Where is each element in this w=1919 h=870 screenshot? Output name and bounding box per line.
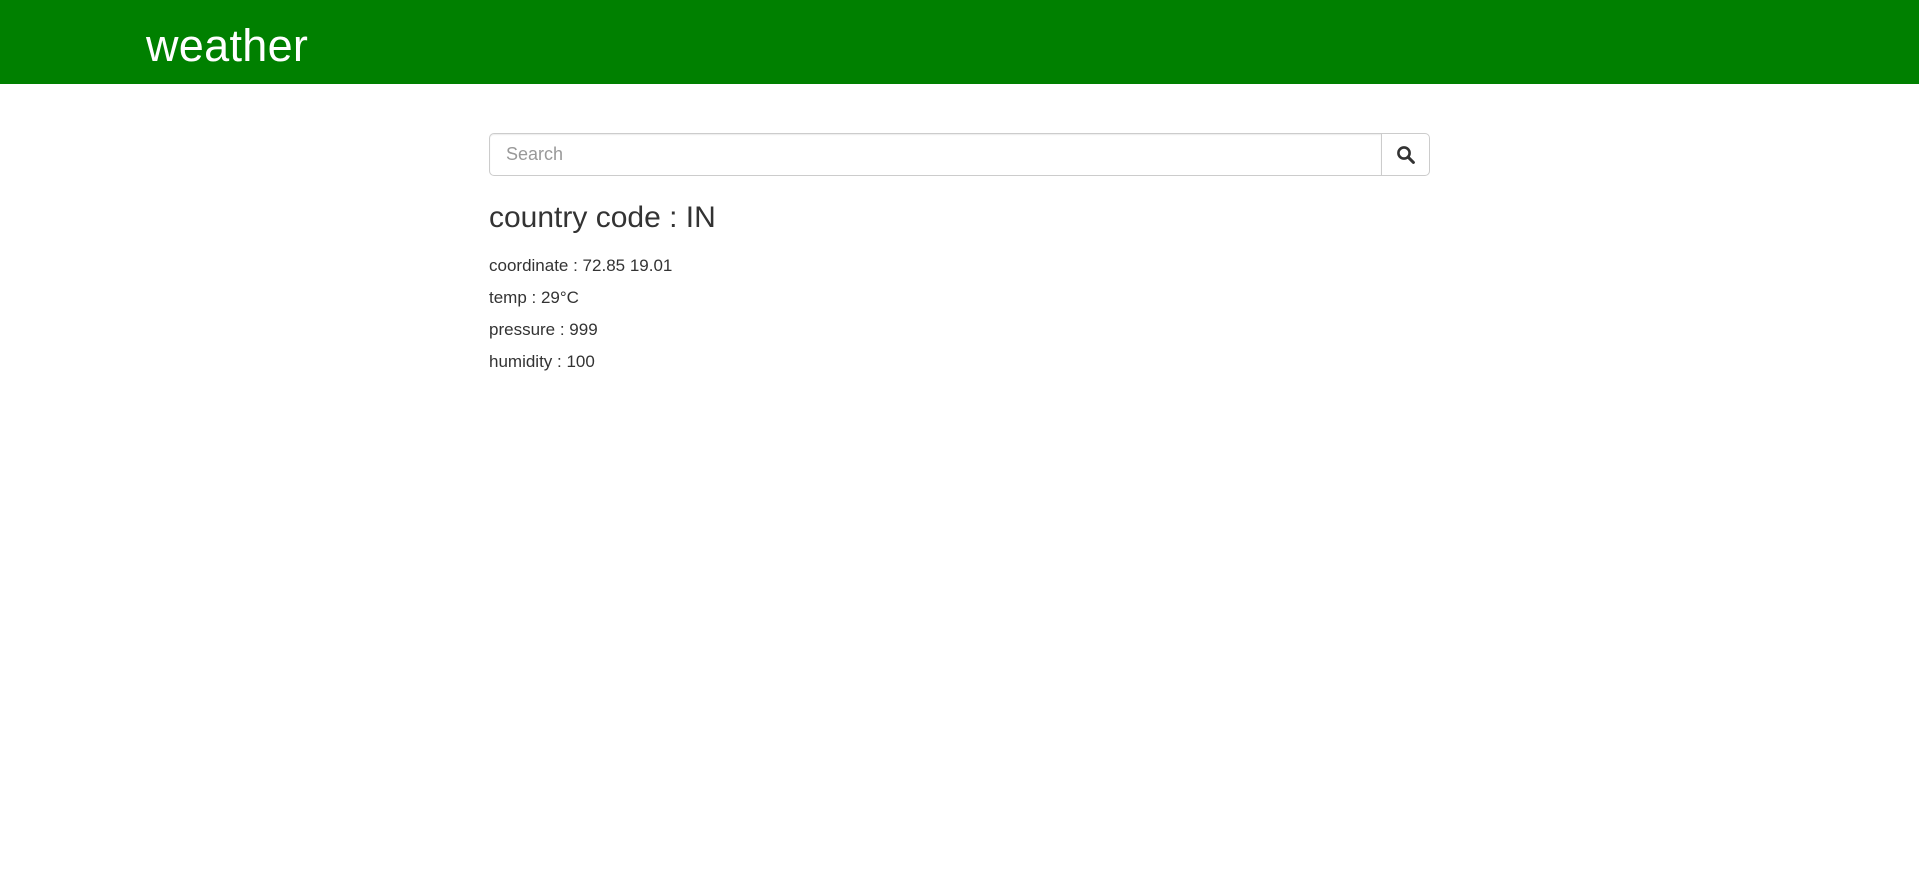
temperature-text: temp : 29°C (489, 288, 579, 307)
country-code-heading: country code : IN (489, 201, 716, 234)
coordinate-text: coordinate : 72.85 19.01 (489, 256, 673, 275)
search-input[interactable] (489, 133, 1381, 176)
pressure-text: pressure : 999 (489, 320, 598, 339)
header-bar: weather (0, 0, 1919, 84)
search-button[interactable] (1381, 133, 1430, 176)
search-bar (489, 133, 1430, 176)
app-title: weather (146, 20, 309, 71)
weather-result: country code : IN coordinate : 72.85 19.… (489, 196, 716, 378)
humidity-text: humidity : 100 (489, 352, 595, 371)
search-icon (1396, 145, 1415, 164)
